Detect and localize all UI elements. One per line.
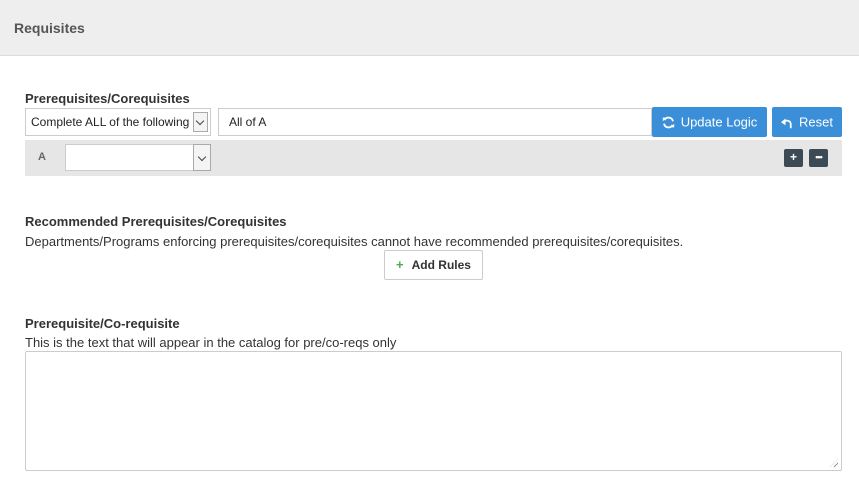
update-logic-button[interactable]: Update Logic [652, 107, 767, 137]
rule-letter: A [38, 151, 46, 163]
more-options-button[interactable]: ••• [809, 149, 828, 167]
ellipsis-icon: ••• [815, 152, 823, 162]
reset-button[interactable]: Reset [772, 107, 842, 137]
recommended-help-text: Departments/Programs enforcing prerequis… [25, 234, 684, 249]
add-rule-button[interactable]: + [784, 149, 803, 167]
rule-row: A + ••• [25, 140, 842, 176]
add-rules-label: Add Rules [411, 258, 471, 272]
chevron-down-icon[interactable] [193, 112, 208, 132]
refresh-icon [662, 116, 674, 129]
logic-type-select-value: Complete ALL of the following [31, 115, 190, 129]
prereq-section-label: Prerequisites/Corequisites [25, 91, 190, 106]
logic-expression-input[interactable]: All of A [218, 108, 652, 136]
rule-select[interactable] [65, 144, 211, 171]
plus-icon: + [789, 150, 797, 164]
resize-grip-icon[interactable] [830, 459, 838, 467]
panel-title: Requisites [14, 20, 85, 36]
reset-label: Reset [799, 114, 833, 130]
panel-header: Requisites [0, 0, 859, 56]
recommended-section-label: Recommended Prerequisites/Corequisites [25, 214, 287, 229]
update-logic-label: Update Logic [680, 114, 758, 130]
catalog-text-label: Prerequisite/Co-requisite [25, 316, 180, 331]
add-rules-button[interactable]: + Add Rules [384, 250, 483, 280]
plus-icon: + [396, 257, 404, 272]
logic-type-select[interactable]: Complete ALL of the following [25, 108, 211, 136]
catalog-text-help: This is the text that will appear in the… [25, 335, 397, 350]
chevron-down-icon[interactable] [193, 144, 211, 171]
catalog-text-area[interactable] [25, 351, 842, 471]
undo-icon [781, 118, 792, 128]
